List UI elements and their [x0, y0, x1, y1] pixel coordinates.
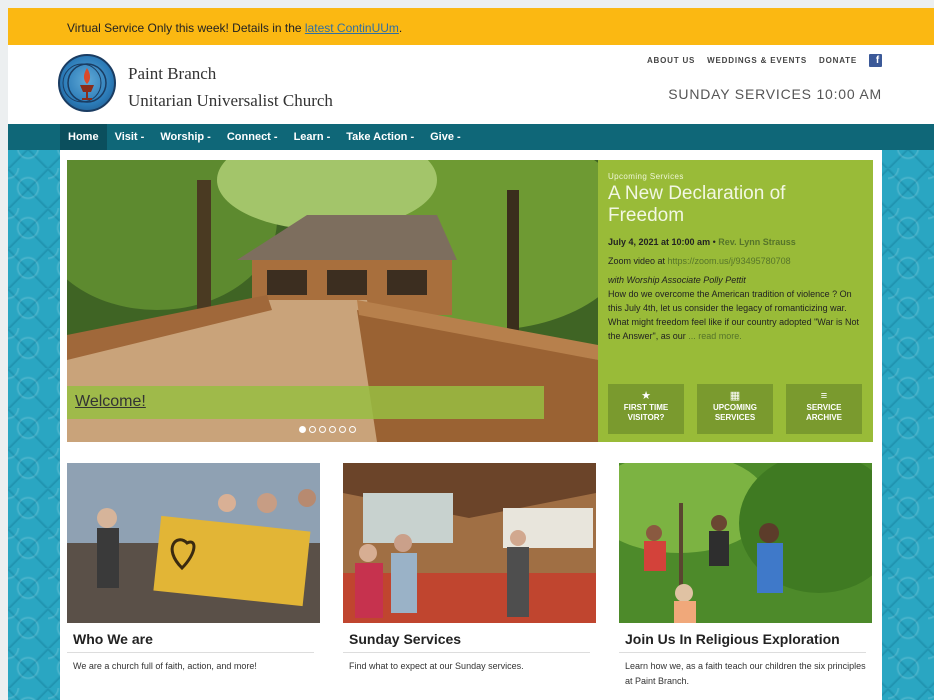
- meta-bullet: •: [710, 237, 719, 247]
- nav-item-home[interactable]: Home: [60, 124, 107, 150]
- card-religious-exploration[interactable]: Join Us In Religious Exploration Learn h…: [619, 463, 872, 700]
- alert-bar: Virtual Service Only this week! Details …: [8, 8, 934, 45]
- church-name-line2: Unitarian Universalist Church: [128, 91, 333, 110]
- card-who-we-are[interactable]: Who We are We are a church full of faith…: [67, 463, 320, 700]
- top-links: ABOUT US WEDDINGS & EVENTS DONATE f: [647, 54, 882, 67]
- site-header: Paint Branch Unitarian Universalist Chur…: [8, 45, 934, 124]
- card-image-religious-exploration[interactable]: [619, 463, 872, 623]
- nav-item-learn[interactable]: Learn -: [286, 124, 339, 150]
- hero-slideshow[interactable]: Welcome!: [67, 160, 598, 442]
- service-archive-button[interactable]: ≡ SERVICE ARCHIVE: [786, 384, 862, 434]
- card-text-sunday-services: Find what to expect at our Sunday servic…: [349, 661, 524, 671]
- main-nav: Home Visit - Worship - Connect - Learn -…: [8, 124, 934, 150]
- slide-dot-4[interactable]: [329, 426, 336, 433]
- nav-item-take-action[interactable]: Take Action -: [338, 124, 422, 150]
- card-sunday-services[interactable]: Sunday Services Find what to expect at o…: [343, 463, 596, 700]
- card-title-sunday-services[interactable]: Sunday Services: [343, 623, 590, 653]
- calendar-icon: ▦: [729, 390, 741, 402]
- page-frame: Virtual Service Only this week! Details …: [8, 8, 934, 700]
- service-blurb: How do we overcome the American traditio…: [608, 287, 863, 343]
- church-name-line1: Paint Branch: [128, 64, 217, 83]
- slide-dot-3[interactable]: [319, 426, 326, 433]
- worship-associate: with Worship Associate Polly Pettit: [608, 275, 746, 285]
- welcome-caption[interactable]: Welcome!: [67, 386, 544, 419]
- minister-link[interactable]: Rev. Lynn Strauss: [718, 237, 796, 247]
- panel-buttons: ★ FIRST TIME VISITOR? ▦ UPCOMING SERVICE…: [608, 384, 862, 434]
- zoom-link[interactable]: https://zoom.us/j/93495780708: [668, 256, 791, 266]
- alert-link[interactable]: latest ContinUUm: [305, 21, 399, 35]
- nav-item-visit[interactable]: Visit -: [107, 124, 153, 150]
- card-title-who-we-are[interactable]: Who We are: [67, 623, 314, 653]
- zoom-prefix: Zoom video at: [608, 256, 668, 266]
- upcoming-label-1: UPCOMING: [713, 403, 757, 412]
- sunday-services-time: SUNDAY SERVICES 10:00 AM: [668, 86, 882, 102]
- donate-link[interactable]: DONATE: [819, 56, 857, 65]
- weddings-events-link[interactable]: WEDDINGS & EVENTS: [707, 56, 807, 65]
- alert-text: Virtual Service Only this week! Details …: [67, 21, 305, 35]
- nav-item-worship[interactable]: Worship -: [152, 124, 219, 150]
- first-time-label-2: VISITOR?: [627, 413, 665, 422]
- slide-dot-5[interactable]: [339, 426, 346, 433]
- feature-cards: Who We are We are a church full of faith…: [67, 463, 873, 700]
- nav-item-connect[interactable]: Connect -: [219, 124, 286, 150]
- slide-dots: [299, 426, 356, 433]
- zoom-line: Zoom video at https://zoom.us/j/93495780…: [608, 256, 863, 266]
- archive-label-1: SERVICE: [806, 403, 842, 412]
- card-image-who-we-are[interactable]: [67, 463, 320, 623]
- service-meta: July 4, 2021 at 10:00 am • Rev. Lynn Str…: [608, 237, 863, 247]
- upcoming-services-panel: Upcoming Services A New Declaration of F…: [598, 160, 873, 442]
- list-icon: ≡: [820, 390, 828, 402]
- facebook-icon[interactable]: f: [869, 54, 882, 67]
- main-content: Welcome! Upcoming Services A New Declara…: [60, 150, 882, 700]
- nav-item-give[interactable]: Give -: [422, 124, 469, 150]
- service-date: July 4, 2021 at 10:00 am: [608, 237, 711, 247]
- first-time-visitor-button[interactable]: ★ FIRST TIME VISITOR?: [608, 384, 684, 434]
- upcoming-services-button[interactable]: ▦ UPCOMING SERVICES: [697, 384, 773, 434]
- card-title-religious-exploration[interactable]: Join Us In Religious Exploration: [619, 623, 866, 653]
- card-text-religious-exploration: Learn how we, as a faith teach our child…: [625, 661, 866, 686]
- slide-dot-1[interactable]: [299, 426, 306, 433]
- card-image-sunday-services[interactable]: [343, 463, 596, 623]
- archive-label-2: ARCHIVE: [805, 413, 842, 422]
- slide-dot-2[interactable]: [309, 426, 316, 433]
- upcoming-label-2: SERVICES: [714, 413, 756, 422]
- star-icon: ★: [641, 390, 651, 402]
- slide-dot-6[interactable]: [349, 426, 356, 433]
- read-more-link[interactable]: ... read more.: [688, 331, 742, 341]
- first-time-label-1: FIRST TIME: [623, 403, 669, 412]
- service-title[interactable]: A New Declaration of Freedom: [608, 183, 863, 227]
- card-text-who-we-are: We are a church full of faith, action, a…: [73, 661, 257, 671]
- chalice-logo-icon[interactable]: [58, 54, 116, 112]
- about-us-link[interactable]: ABOUT US: [647, 56, 695, 65]
- upcoming-label: Upcoming Services: [608, 172, 684, 181]
- alert-tail: .: [398, 21, 403, 35]
- church-name[interactable]: Paint Branch Unitarian Universalist Chur…: [128, 60, 333, 114]
